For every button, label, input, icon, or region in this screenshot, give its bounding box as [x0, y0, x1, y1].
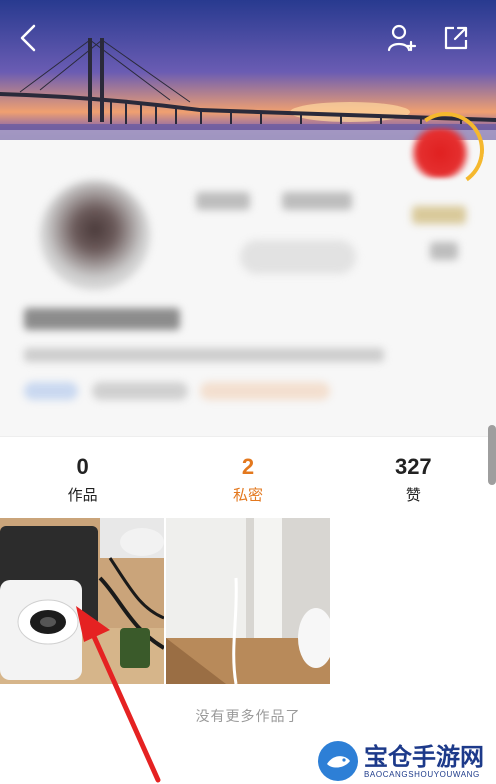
tab-label: 作品: [67, 486, 98, 504]
stat-blurred: [430, 242, 458, 260]
tag-blurred: [200, 382, 330, 400]
share-icon: [444, 26, 468, 50]
site-watermark: 宝仓手游网 BAOCANGSHOUYOUWANG: [318, 738, 496, 784]
following-count-blurred: [196, 192, 250, 210]
no-more-works-text: 没有更多作品了: [195, 709, 301, 725]
followers-count-blurred: [282, 192, 352, 210]
tab-count: 0: [76, 454, 89, 479]
watermark-logo: [318, 741, 358, 781]
back-button[interactable]: [8, 18, 48, 58]
edit-profile-button[interactable]: [240, 240, 356, 274]
video-thumbnail[interactable]: [166, 518, 330, 684]
live-badge[interactable]: [408, 128, 472, 178]
scrollbar-thumb[interactable]: [488, 425, 496, 485]
username-blurred: [24, 308, 180, 330]
private-video-grid: [0, 518, 496, 686]
tab-likes[interactable]: 327 赞: [331, 437, 496, 516]
profile-tabs: 0 作品 2 私密 327 赞: [0, 436, 496, 516]
watermark-subtitle: BAOCANGSHOUYOUWANG: [364, 769, 480, 779]
stat-blurred: [412, 206, 466, 224]
tag-blurred: [24, 382, 78, 400]
video-thumbnail[interactable]: [0, 518, 164, 684]
chevron-left-icon: [20, 24, 36, 52]
tab-label: 赞: [405, 486, 421, 504]
share-button[interactable]: [436, 18, 476, 58]
tab-works[interactable]: 0 作品: [0, 437, 165, 516]
profile-info-section: [0, 140, 496, 436]
tag-blurred: [92, 382, 188, 400]
fish-logo-icon: [327, 756, 350, 768]
watermark-title: 宝仓手游网: [364, 741, 484, 771]
add-user-icon: [387, 24, 417, 52]
avatar[interactable]: [40, 180, 150, 290]
tab-count: 327: [394, 454, 432, 479]
tab-private[interactable]: 2 私密: [165, 437, 330, 516]
room-photo: [166, 518, 330, 684]
find-friends-button[interactable]: [382, 18, 422, 58]
bio-blurred: [24, 348, 384, 362]
tab-label: 私密: [232, 486, 263, 504]
speaker-photo: [0, 518, 164, 684]
tab-count: 2: [241, 454, 255, 479]
